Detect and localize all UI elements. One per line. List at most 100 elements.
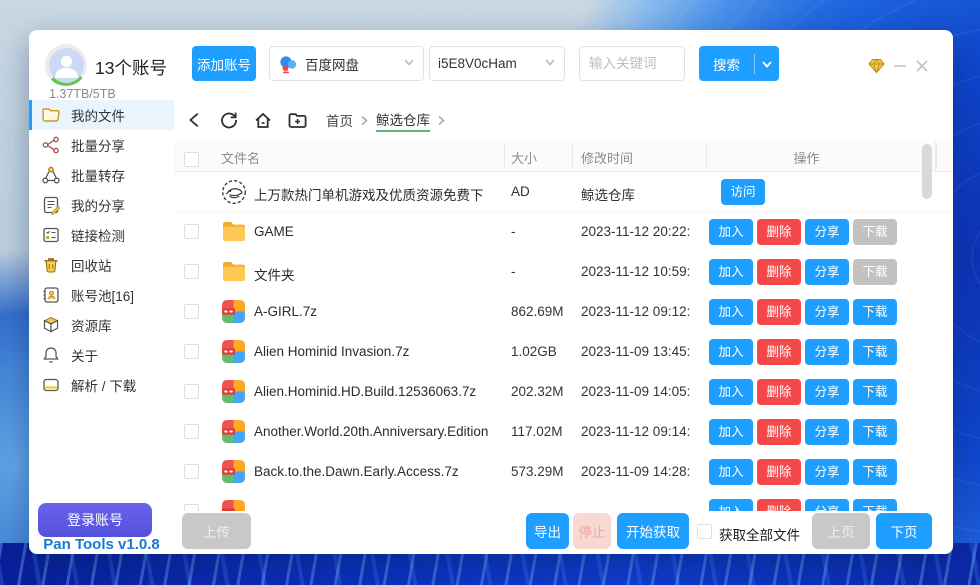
join-button[interactable]: 加入 <box>709 459 753 485</box>
chevron-right-icon <box>360 115 369 126</box>
join-button[interactable]: 加入 <box>709 499 753 511</box>
row-checkbox[interactable] <box>184 464 199 479</box>
row-checkbox[interactable] <box>184 304 199 319</box>
column-header-modified[interactable]: 修改时间 <box>581 148 633 167</box>
file-modified: 2023-11-09 13:45: <box>581 344 709 359</box>
sidebar-item-batch-share[interactable]: 批量分享 <box>29 130 174 160</box>
refresh-icon[interactable] <box>218 109 240 131</box>
file-name[interactable]: GAME <box>254 224 506 239</box>
table-header: 文件名 大小 修改时间 操作 <box>174 140 953 172</box>
delete-button[interactable]: 删除 <box>757 299 801 325</box>
delete-button[interactable]: 删除 <box>757 459 801 485</box>
share-button[interactable]: 分享 <box>805 459 849 485</box>
download-button[interactable]: 下载 <box>853 459 897 485</box>
row-checkbox[interactable] <box>184 264 199 279</box>
back-icon[interactable] <box>184 109 206 131</box>
file-name[interactable]: Alien.Hominid.HD.Build.12536063.7z <box>254 384 506 399</box>
table-row: Alien Hominid Invasion.7z 1.02GB 2023-11… <box>174 332 953 372</box>
stop-button[interactable]: 停止 <box>573 513 611 549</box>
search-button[interactable]: 搜索 <box>699 46 779 81</box>
row-checkbox[interactable] <box>184 504 199 511</box>
start-fetch-button[interactable]: 开始获取 <box>617 513 689 549</box>
minimize-icon[interactable] <box>891 57 909 75</box>
archive-file-icon <box>221 459 247 485</box>
join-button[interactable]: 加入 <box>709 379 753 405</box>
join-button[interactable]: 加入 <box>709 419 753 445</box>
sidebar-item-batch-transfer[interactable]: 批量转存 <box>29 160 174 190</box>
column-header-size[interactable]: 大小 <box>511 148 537 167</box>
breadcrumb-current[interactable]: 鲸选仓库 <box>376 109 430 132</box>
sidebar-item-my-files[interactable]: 我的文件 <box>29 100 174 130</box>
account-avatar[interactable] <box>45 44 87 86</box>
prev-page-button[interactable]: 上页 <box>812 513 870 549</box>
column-divider <box>936 145 937 167</box>
download-button[interactable]: 下载 <box>853 419 897 445</box>
share-button[interactable]: 分享 <box>805 379 849 405</box>
chevron-right-icon <box>437 115 446 126</box>
share-button[interactable]: 分享 <box>805 299 849 325</box>
login-button[interactable]: 登录账号 <box>38 503 152 537</box>
sidebar-item-recycle-bin[interactable]: 回收站 <box>29 250 174 280</box>
row-checkbox[interactable] <box>184 224 199 239</box>
fetch-all-label[interactable]: 获取全部文件 <box>719 524 800 544</box>
ad-title[interactable]: 上万款热门单机游戏及优质资源免费下 <box>254 184 506 204</box>
download-button[interactable]: 下载 <box>853 339 897 365</box>
export-button[interactable]: 导出 <box>526 513 569 549</box>
share-button[interactable]: 分享 <box>805 259 849 285</box>
upload-button[interactable]: 上传 <box>182 513 251 549</box>
row-checkbox[interactable] <box>184 384 199 399</box>
join-button[interactable]: 加入 <box>709 339 753 365</box>
keyword-input[interactable] <box>579 46 685 81</box>
share-button[interactable]: 分享 <box>805 219 849 245</box>
account-select[interactable]: i5E8V0cHam <box>429 46 565 81</box>
fetch-all-checkbox[interactable] <box>697 524 712 539</box>
new-folder-icon[interactable] <box>286 109 308 131</box>
download-button[interactable]: 下载 <box>853 499 897 511</box>
vip-gem-icon[interactable] <box>867 57 885 75</box>
drive-select[interactable]: 百度网盘 <box>269 46 424 81</box>
delete-button[interactable]: 删除 <box>757 259 801 285</box>
share-button[interactable]: 分享 <box>805 419 849 445</box>
next-page-button[interactable]: 下页 <box>876 513 932 549</box>
delete-button[interactable]: 删除 <box>757 379 801 405</box>
visit-button[interactable]: 访问 <box>721 179 765 205</box>
sidebar-item-my-shares[interactable]: 我的分享 <box>29 190 174 220</box>
file-name[interactable]: Back.to.the.Dawn.Early.Access.7z <box>254 464 506 479</box>
add-account-button[interactable]: 添加账号 <box>192 46 256 81</box>
column-header-name[interactable]: 文件名 <box>221 148 260 167</box>
join-button[interactable]: 加入 <box>709 259 753 285</box>
delete-button[interactable]: 删除 <box>757 419 801 445</box>
sidebar-item-about[interactable]: 关于 <box>29 340 174 370</box>
sidebar-item-resource-library[interactable]: 资源库 <box>29 310 174 340</box>
search-dropdown-arrow[interactable] <box>755 58 779 70</box>
row-checkbox[interactable] <box>184 424 199 439</box>
join-button[interactable]: 加入 <box>709 299 753 325</box>
main-panel: 首页 鲸选仓库 文件名 大小 修改时间 操作 <box>174 100 953 554</box>
file-name[interactable]: 文件夹 <box>254 264 506 284</box>
sidebar-item-account-pool[interactable]: 账号池[16] <box>29 280 174 310</box>
close-icon[interactable] <box>913 57 931 75</box>
share-button[interactable]: 分享 <box>805 499 849 511</box>
download-button[interactable]: 下载 <box>853 259 897 285</box>
sidebar-item-label: 资源库 <box>71 315 112 335</box>
file-name[interactable]: A-GIRL.7z <box>254 304 506 319</box>
vertical-scrollbar[interactable] <box>922 144 932 199</box>
sidebar-item-link-check[interactable]: 链接检测 <box>29 220 174 250</box>
delete-button[interactable]: 删除 <box>757 499 801 511</box>
download-button[interactable]: 下载 <box>853 299 897 325</box>
select-all-checkbox[interactable] <box>184 152 199 167</box>
breadcrumb-home[interactable]: 首页 <box>326 110 353 130</box>
file-name[interactable]: Alien Hominid Invasion.7z <box>254 344 506 359</box>
sidebar-item-parse-download[interactable]: 解析 / 下载 <box>29 370 174 400</box>
sidebar: 我的文件 批量分享 批量转存 我的分享 <box>29 100 174 554</box>
drive-select-value: 百度网盘 <box>305 54 403 74</box>
join-button[interactable]: 加入 <box>709 219 753 245</box>
row-checkbox[interactable] <box>184 344 199 359</box>
download-button[interactable]: 下载 <box>853 379 897 405</box>
share-button[interactable]: 分享 <box>805 339 849 365</box>
delete-button[interactable]: 删除 <box>757 219 801 245</box>
delete-button[interactable]: 删除 <box>757 339 801 365</box>
home-icon[interactable] <box>252 109 274 131</box>
download-button[interactable]: 下载 <box>853 219 897 245</box>
file-name[interactable]: Another.World.20th.Anniversary.Edition <box>254 424 506 439</box>
